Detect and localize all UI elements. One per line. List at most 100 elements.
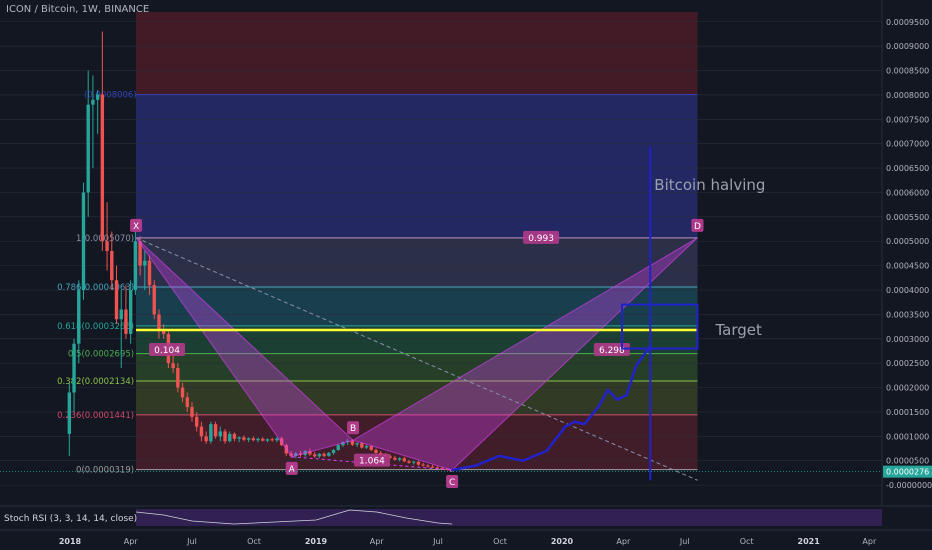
candle-body (317, 453, 322, 457)
x-tick-label: Jul (679, 537, 690, 546)
fib-label: 0.786(0.0004063) (57, 283, 134, 293)
candle-body (110, 251, 114, 281)
point-label-X: X (133, 222, 139, 232)
y-tick-label: 0.0002500 (886, 359, 929, 368)
candle-body (128, 290, 133, 334)
x-tick-label: 2020 (551, 537, 574, 546)
candle-body (199, 426, 204, 437)
candle-body (218, 431, 222, 437)
x-tick-label: Oct (493, 537, 507, 546)
candle-body (416, 461, 421, 465)
point-label-C: C (449, 478, 455, 488)
stoch-rsi-pane: Stoch RSI (3, 3, 14, 14, close) (0, 505, 932, 526)
y-tick-label: 0.0008500 (886, 67, 929, 76)
candle-body (67, 392, 72, 434)
candle-body (209, 424, 213, 442)
point-label-D: D (694, 222, 701, 232)
fib-band (136, 12, 698, 95)
y-tick-label: 0.0009000 (886, 42, 929, 51)
x-tick-label: Apr (862, 537, 877, 546)
candle-body (114, 280, 119, 320)
x-tick-label: Oct (740, 537, 754, 546)
x-tick-label: 2019 (305, 537, 328, 546)
last-price-label: 0.0000276 (886, 468, 929, 477)
point-label-B: B (350, 424, 356, 434)
x-tick-label: Jul (432, 537, 443, 546)
candle-body (402, 458, 406, 462)
candle-body (143, 260, 147, 266)
chart-title: ICON / Bitcoin, 1W, BINANCE (6, 4, 150, 15)
y-tick-label: 0.0006500 (886, 164, 929, 173)
candle-body (228, 433, 232, 442)
y-tick-label: 0.0006000 (886, 188, 929, 197)
candle-body (204, 436, 208, 442)
fib-label: 0.382(0.0002134) (57, 377, 134, 387)
candle-body (237, 437, 241, 439)
candle-body (322, 453, 326, 456)
y-tick-label: 0.0004000 (886, 286, 929, 295)
candle-body (213, 424, 218, 437)
y-tick-label: 0.0001000 (886, 432, 929, 441)
fib-label: 0.618(0.0003265) (57, 322, 134, 332)
candle-body (350, 440, 355, 445)
ratio-label: 0.993 (528, 234, 554, 244)
y-tick-label: 0.0002000 (886, 384, 929, 393)
candle-body (251, 438, 256, 441)
y-tick-label: 0.0004500 (886, 262, 929, 271)
x-tick-label: Jul (186, 537, 197, 546)
fib-band (136, 94, 698, 238)
fib-label: (0.0008006) (84, 91, 137, 101)
candle-body (242, 437, 246, 440)
halving-annotation: Bitcoin halving (654, 176, 765, 194)
candle-body (355, 443, 359, 445)
stoch-rsi-title: Stoch RSI (3, 3, 14, 14, close) (4, 514, 137, 524)
candle-body (195, 416, 199, 427)
candle-body (119, 309, 123, 320)
fib-band (136, 353, 698, 382)
chart-canvas: (0.0008006)1(0.0005070)0.786(0.0004063)0… (0, 0, 932, 550)
candle-body (369, 446, 373, 451)
candle-body (185, 397, 189, 408)
x-tick-label: 2018 (59, 537, 82, 546)
time-axis: 2018 Apr Jul Oct 2019 Apr Jul Oct 2020 Apr Jul Oct 2… (0, 529, 932, 550)
candle-body (223, 431, 227, 442)
y-tick-label: 0.0003000 (886, 335, 929, 344)
candle-body (152, 285, 156, 315)
candle-body (133, 241, 138, 291)
price-axis-bg (882, 0, 932, 506)
candle-body (397, 458, 402, 460)
y-tick-label: 0.0003500 (886, 310, 929, 319)
candle-body (190, 407, 194, 417)
candle-body (374, 450, 378, 453)
time-axis-bg (0, 530, 932, 550)
fib-band (136, 237, 698, 287)
y-tick-label: 0.0000500 (886, 457, 929, 466)
x-tick-label: Apr (124, 537, 139, 546)
candle-body (407, 461, 411, 463)
y-tick-label: 0.0005500 (886, 213, 929, 222)
y-tick-label: 0.0007500 (886, 115, 929, 124)
candle-body (95, 94, 100, 100)
target-annotation: Target (714, 321, 762, 339)
candle-body (430, 466, 435, 468)
ratio-label: 0.104 (154, 346, 180, 356)
y-tick-label: 0.0009500 (886, 18, 929, 27)
y-tick-label: 0.0008000 (886, 91, 929, 100)
candle-body (270, 439, 274, 441)
candle-body (91, 99, 95, 105)
candle-body (265, 439, 270, 441)
candle-body (176, 368, 180, 388)
candle-body (124, 309, 128, 334)
candle-body (393, 457, 397, 460)
candle-body (256, 438, 260, 441)
candle-body (157, 314, 161, 330)
candle-body (105, 241, 109, 251)
candle-body (426, 465, 430, 467)
candle-body (81, 192, 86, 291)
candle-body (275, 438, 279, 441)
fib-retracement-zones (136, 12, 698, 470)
x-tick-label: Apr (616, 537, 631, 546)
candle-body (421, 464, 425, 466)
candle-body (246, 438, 251, 440)
fib-label: 0(0.0000319) (76, 466, 134, 476)
